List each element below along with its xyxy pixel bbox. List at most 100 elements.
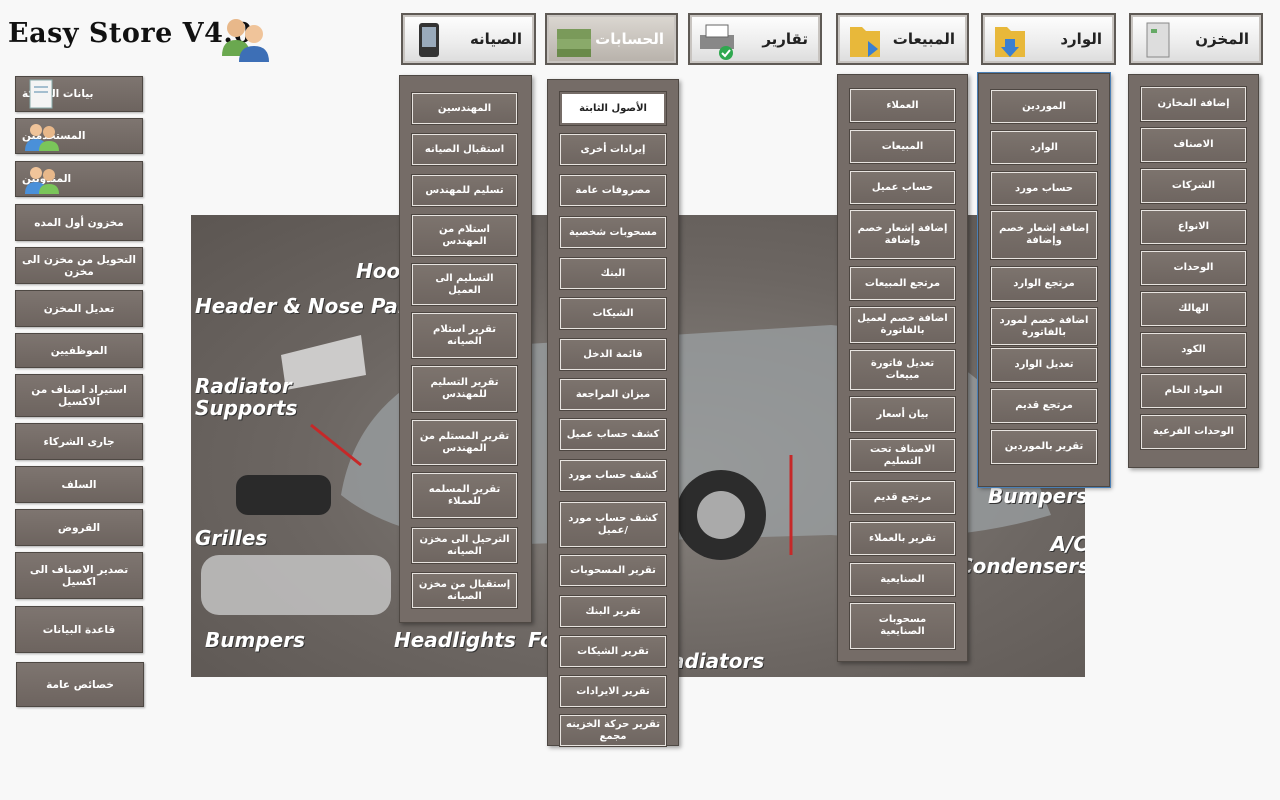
- menu-item[interactable]: حساب عميل: [849, 170, 956, 205]
- sidebar-export-excel[interactable]: تصدير الاصناف الى اكسيل: [15, 552, 143, 599]
- users-icon: [25, 124, 59, 151]
- menu-item[interactable]: مسحوبات الصنايعية: [849, 602, 956, 650]
- menu-item[interactable]: التسليم الى العميل: [411, 263, 518, 306]
- bg-label-ac: A/C Condensers: [958, 532, 1085, 578]
- menu-item[interactable]: الوحدات: [1140, 250, 1247, 286]
- menu-item[interactable]: كشف حساب مورد /عميل: [559, 501, 667, 548]
- users-logo-icon: [222, 19, 269, 62]
- tab-maintenance[interactable]: الصيانه: [401, 13, 536, 65]
- menu-item[interactable]: الانواع: [1140, 209, 1247, 245]
- sidebar-transfer-stock[interactable]: التحويل من مخزن الى مخزن: [15, 247, 143, 284]
- sidebar-reps[interactable]: المندوبين: [15, 161, 143, 197]
- menu-item[interactable]: المواد الخام: [1140, 373, 1247, 409]
- sidebar-users[interactable]: المستخدمين: [15, 118, 143, 154]
- sidebar-database[interactable]: قاعدة البيانات: [15, 606, 143, 653]
- tab-incoming[interactable]: الوارد: [981, 13, 1116, 65]
- menu-accounts: الأصول الثابتة إيرادات أخرى مصروفات عامة…: [547, 79, 679, 747]
- menu-warehouse: إضافة المخازن الاصناف الشركات الانواع ال…: [1128, 74, 1259, 468]
- tab-label: الصيانه: [469, 30, 522, 48]
- sidebar-advances[interactable]: السلف: [15, 466, 143, 503]
- menu-item[interactable]: إضافة إشعار خصم وإضافة: [990, 210, 1098, 260]
- menu-item[interactable]: كشف حساب عميل: [559, 418, 667, 451]
- menu-item[interactable]: تقرير البنك: [559, 595, 667, 628]
- menu-item[interactable]: الاصناف تحت التسليم: [849, 438, 956, 473]
- menu-item[interactable]: مرتجع المبيعات: [849, 266, 956, 301]
- app-title: Easy Store V4.0: [8, 18, 253, 49]
- menu-item[interactable]: الموردين: [990, 89, 1098, 124]
- storage-cabinet-icon: [1146, 22, 1170, 58]
- tab-sales[interactable]: المبيعات: [836, 13, 969, 65]
- menu-item[interactable]: تقرير المسحوبات: [559, 554, 667, 587]
- menu-item[interactable]: الشركات: [1140, 168, 1247, 204]
- menu-item[interactable]: مصروفات عامة: [559, 174, 667, 207]
- menu-item[interactable]: الترحيل الى مخزن الصيانه: [411, 527, 518, 564]
- menu-item[interactable]: تقرير المسلمه للعملاء: [411, 472, 518, 519]
- menu-item[interactable]: تقرير بالعملاء: [849, 521, 956, 556]
- tab-warehouse[interactable]: المخزن: [1129, 13, 1263, 65]
- menu-item[interactable]: الوحدات الفرعية: [1140, 414, 1247, 450]
- menu-item[interactable]: استقبال الصيانه: [411, 133, 518, 166]
- bg-label-headlights: Headlights: [394, 628, 516, 652]
- bg-label-radiators: adiators: [671, 649, 765, 673]
- tab-label: الحسابات: [595, 30, 664, 48]
- menu-item[interactable]: مرتجع قديم: [990, 388, 1098, 424]
- menu-item[interactable]: تعديل الوارد: [990, 347, 1098, 383]
- tab-label: المخزن: [1195, 30, 1249, 48]
- bg-label-radiator: Radiator Supports: [195, 374, 298, 420]
- menu-item[interactable]: حساب مورد: [990, 171, 1098, 206]
- menu-item[interactable]: البنك: [559, 257, 667, 290]
- menu-item[interactable]: استلام من المهندس: [411, 214, 518, 257]
- tab-label: تقارير: [762, 30, 808, 48]
- menu-item[interactable]: تقرير بالموردين: [990, 429, 1098, 465]
- folder-out-icon: [850, 27, 880, 57]
- menu-item-selected[interactable]: الأصول الثابتة: [559, 91, 667, 126]
- menu-item[interactable]: ميزان المراجعة: [559, 378, 667, 411]
- menu-item[interactable]: تقرير استلام الصيانه: [411, 312, 518, 359]
- sidebar-edit-stock[interactable]: تعديل المخزن: [15, 290, 143, 327]
- document-icon: [29, 79, 53, 109]
- menu-item[interactable]: المبيعات: [849, 129, 956, 164]
- menu-item[interactable]: إضافة إشعار خصم وإضافة: [849, 209, 956, 260]
- menu-item[interactable]: الكود: [1140, 332, 1247, 368]
- menu-item[interactable]: مرتجع الوارد: [990, 266, 1098, 302]
- tab-accounts[interactable]: الحسابات: [545, 13, 678, 65]
- menu-item[interactable]: تقرير المستلم من المهندس: [411, 419, 518, 466]
- menu-item[interactable]: بيان أسعار: [849, 396, 956, 433]
- tab-label: الوارد: [1060, 30, 1102, 48]
- sidebar-import-excel[interactable]: استيراد اصناف من الاكسيل: [15, 374, 143, 417]
- menu-item[interactable]: الهالك: [1140, 291, 1247, 327]
- phone-device-icon: [419, 23, 439, 57]
- menu-incoming: الموردين الوارد حساب مورد إضافة إشعار خص…: [978, 73, 1110, 487]
- sidebar-opening-stock[interactable]: مخزون أول المده: [15, 204, 143, 241]
- sidebar-partners[interactable]: جارى الشركاء: [15, 423, 143, 460]
- menu-item[interactable]: تقرير الشيكات: [559, 635, 667, 668]
- menu-item[interactable]: تعديل فاتورة مبيعات: [849, 349, 956, 391]
- menu-item[interactable]: الشيكات: [559, 297, 667, 330]
- menu-item[interactable]: اضافة خصم لمورد بالفاتورة: [990, 307, 1098, 346]
- sidebar-loans[interactable]: القروض: [15, 509, 143, 546]
- menu-item[interactable]: الاصناف: [1140, 127, 1247, 163]
- menu-item[interactable]: المهندسين: [411, 92, 518, 125]
- menu-item[interactable]: مسحوبات شخصية: [559, 216, 667, 249]
- menu-item[interactable]: إضافة المخازن: [1140, 86, 1247, 122]
- menu-item[interactable]: الصنايعية: [849, 562, 956, 597]
- sidebar-general-settings[interactable]: خصائص عامة: [16, 662, 144, 707]
- menu-item[interactable]: مرتجع قديم: [849, 480, 956, 515]
- menu-item[interactable]: الوارد: [990, 130, 1098, 165]
- tab-reports[interactable]: تقارير: [688, 13, 822, 65]
- menu-item[interactable]: إستقبال من مخزن الصيانه: [411, 572, 518, 609]
- menu-item[interactable]: العملاء: [849, 88, 956, 123]
- menu-item[interactable]: إيرادات أخرى: [559, 133, 667, 166]
- sidebar-employees[interactable]: الموظفيين: [15, 333, 143, 368]
- menu-item[interactable]: تقرير حركة الخزينه مجمع: [559, 714, 667, 747]
- menu-item[interactable]: تسليم للمهندس: [411, 174, 518, 207]
- menu-item[interactable]: تقرير الايرادات: [559, 675, 667, 708]
- menu-item[interactable]: تقرير التسليم للمهندس: [411, 365, 518, 413]
- bg-label-bumpers: Bumpers: [205, 628, 305, 652]
- bg-label-hood: Hoo: [356, 259, 401, 283]
- menu-item[interactable]: قائمة الدخل: [559, 338, 667, 371]
- menu-item[interactable]: اضافة خصم لعميل بالفاتورة: [849, 306, 956, 344]
- sidebar-company-data[interactable]: بيانات الشركة: [15, 76, 143, 112]
- folder-in-icon: [995, 27, 1025, 57]
- menu-item[interactable]: كشف حساب مورد: [559, 459, 667, 492]
